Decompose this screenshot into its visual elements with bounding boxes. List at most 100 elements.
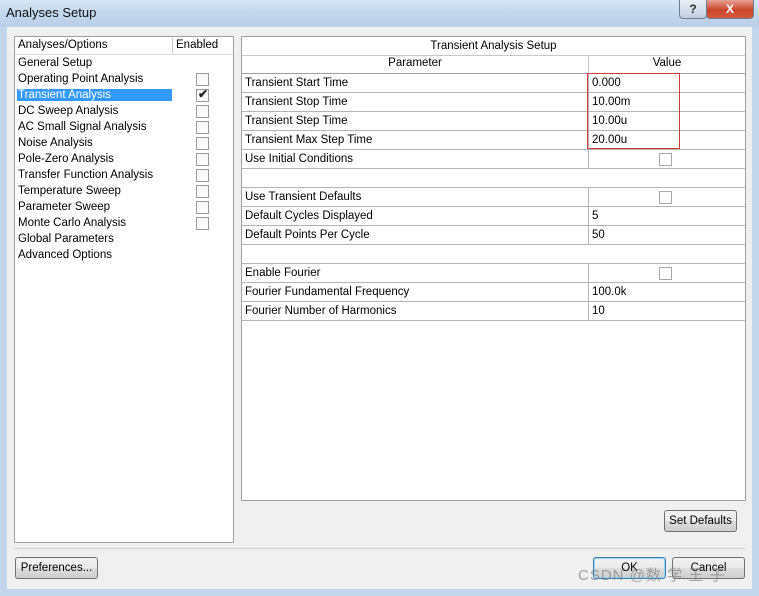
analysis-item-label: DC Sweep Analysis [18,105,119,117]
window-frame-bottom [0,589,759,596]
parameter-checkbox[interactable] [659,267,672,280]
parameter-value[interactable]: 0.000 [592,77,621,89]
analysis-item-label: Transfer Function Analysis [18,169,154,181]
parameter-value[interactable]: 100.0k [592,286,627,298]
analysis-item[interactable]: Noise Analysis [15,136,233,152]
enabled-checkbox[interactable] [196,169,209,182]
enabled-checkbox[interactable] [196,217,209,230]
parameter-row[interactable]: Transient Start Time 0.000 [242,74,745,93]
enabled-checkbox[interactable] [196,121,209,134]
column-value: Value [652,57,682,69]
parameter-row[interactable]: Use Transient Defaults [242,188,745,207]
parameter-value[interactable]: 5 [592,210,598,222]
grid-spacer-row [242,245,745,264]
header-analyses-options: Analyses/Options [18,39,108,51]
parameter-row[interactable]: Transient Max Step Time 20.00u [242,131,745,150]
parameter-name: Transient Start Time [245,77,349,89]
set-defaults-button[interactable]: Set Defaults [664,510,737,532]
parameter-row[interactable]: Fourier Number of Harmonics 10 [242,302,745,321]
cell-separator [588,188,589,206]
cell-separator [588,112,589,130]
cell-separator [588,93,589,111]
cell-separator [588,207,589,225]
analysis-item[interactable]: Pole-Zero Analysis [15,152,233,168]
close-button[interactable]: X [706,0,754,19]
parameter-row[interactable]: Enable Fourier [242,264,745,283]
parameter-value[interactable]: 50 [592,229,605,241]
parameter-name: Default Points Per Cycle [245,229,370,241]
analysis-item[interactable]: AC Small Signal Analysis [15,120,233,136]
analysis-item-label: Temperature Sweep [18,185,121,197]
analyses-options-list: Analyses/Options Enabled General Setup Op… [14,36,234,543]
help-button[interactable]: ? [679,0,707,19]
analysis-item-label: Noise Analysis [18,137,93,149]
parameter-checkbox[interactable] [659,191,672,204]
enabled-checkbox[interactable] [196,105,209,118]
enabled-checkbox[interactable] [196,185,209,198]
analysis-item[interactable]: General Setup [15,56,233,72]
parameter-row[interactable]: Default Cycles Displayed 5 [242,207,745,226]
analysis-item-label: Monte Carlo Analysis [18,217,127,229]
footer-divider [14,548,745,549]
parameter-name: Transient Step Time [245,115,348,127]
cell-separator [588,264,589,282]
parameter-name: Enable Fourier [245,267,321,279]
cell-separator [588,150,589,168]
analysis-item-label: Operating Point Analysis [18,73,144,85]
analysis-item[interactable]: Operating Point Analysis [15,72,233,88]
parameter-row[interactable]: Transient Stop Time 10.00m [242,93,745,112]
enabled-checkbox[interactable] [196,153,209,166]
cell-separator [588,131,589,149]
cell-separator [588,283,589,301]
analysis-item-label: General Setup [18,57,93,69]
parameter-name: Fourier Number of Harmonics [245,305,397,317]
title-bar: Analyses Setup ? X [0,0,759,27]
transient-setup-panel: Transient Analysis Setup Parameter Value… [241,36,746,501]
parameter-name: Transient Stop Time [245,96,348,108]
window-frame-left [0,27,7,596]
panel-title: Transient Analysis Setup [242,37,745,56]
cell-separator [588,226,589,244]
column-parameter: Parameter [388,57,442,69]
header-enabled: Enabled [176,39,219,51]
analysis-item-label: AC Small Signal Analysis [18,121,147,133]
enabled-checkbox[interactable] [196,201,209,214]
preferences-button[interactable]: Preferences... [15,557,98,579]
analysis-item[interactable]: Temperature Sweep [15,184,233,200]
cell-separator [588,302,589,320]
grid-spacer-row [242,169,745,188]
parameter-value[interactable]: 10.00m [592,96,630,108]
parameter-row[interactable]: Use Initial Conditions [242,150,745,169]
parameter-name: Use Transient Defaults [245,191,362,203]
parameter-name: Fourier Fundamental Frequency [245,286,410,298]
parameter-row[interactable]: Default Points Per Cycle 50 [242,226,745,245]
analysis-item[interactable]: DC Sweep Analysis [15,104,233,120]
enabled-checkbox[interactable]: ✔ [196,87,209,102]
analysis-item[interactable]: Parameter Sweep [15,200,233,216]
parameter-checkbox[interactable] [659,153,672,166]
list-header: Analyses/Options Enabled [15,37,233,55]
parameter-name: Default Cycles Displayed [245,210,373,222]
parameter-value[interactable]: 10 [592,305,605,317]
enabled-checkbox[interactable] [196,137,209,150]
analysis-item-label: Parameter Sweep [18,201,111,213]
analysis-item[interactable]: Transient Analysis ✔ [15,87,233,104]
parameter-row[interactable]: Transient Step Time 10.00u [242,112,745,131]
cell-separator [588,74,589,92]
parameter-value[interactable]: 10.00u [592,115,627,127]
analysis-item[interactable]: Advanced Options [15,248,233,264]
analysis-item-label: Global Parameters [18,233,114,245]
parameter-name: Transient Max Step Time [245,134,373,146]
analysis-item[interactable]: Transfer Function Analysis [15,168,233,184]
analysis-item-label: Advanced Options [18,249,112,261]
header-separator [172,38,173,53]
parameter-value[interactable]: 20.00u [592,134,627,146]
enabled-checkbox[interactable] [196,73,209,86]
analysis-item-label: Transient Analysis [17,89,172,101]
analysis-item[interactable]: Global Parameters [15,232,233,248]
window-frame-right [752,27,759,596]
analysis-item-label: Pole-Zero Analysis [18,153,114,165]
parameter-row[interactable]: Fourier Fundamental Frequency 100.0k [242,283,745,302]
analysis-item[interactable]: Monte Carlo Analysis [15,216,233,232]
grid-header: Parameter Value [242,56,745,74]
